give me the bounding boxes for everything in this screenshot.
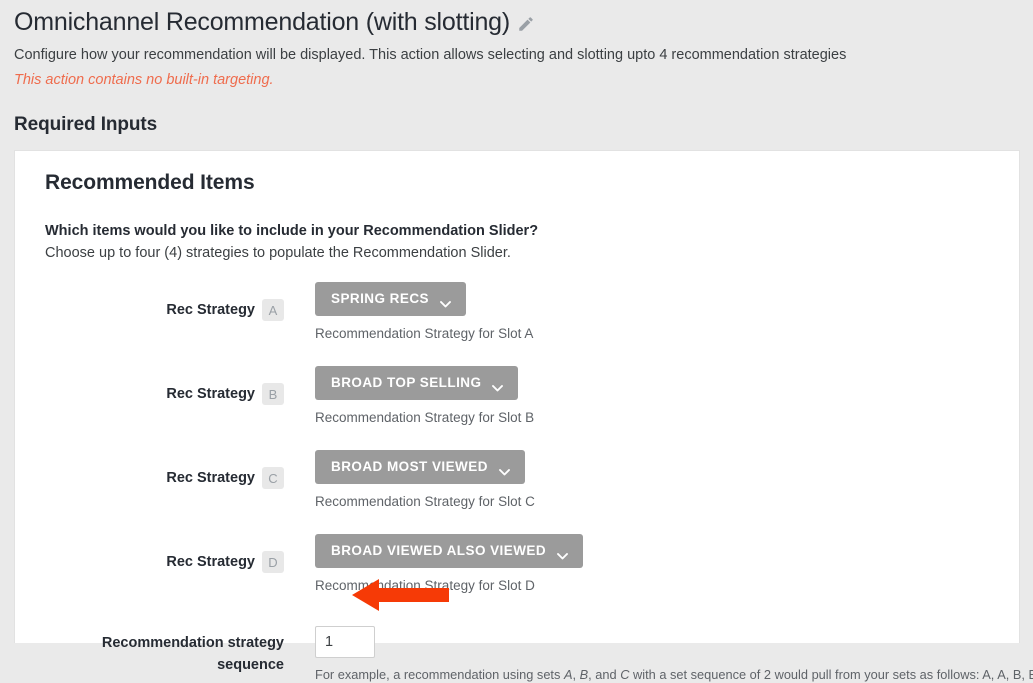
field-label-group: Rec Strategy C: [31, 450, 284, 489]
help-sep-2: , and: [588, 667, 621, 682]
sequence-row: Recommendation strategy sequence For exa…: [31, 626, 1033, 683]
field-help-text: Recommendation Strategy for Slot B: [315, 410, 535, 425]
field-help-text: Recommendation Strategy for Slot D: [315, 578, 535, 593]
rec-strategy-d-dropdown[interactable]: BROAD VIEWED ALSO VIEWED: [315, 534, 584, 568]
dropdown-value: BROAD MOST VIEWED: [331, 459, 488, 474]
targeting-note: This action contains no built-in targeti…: [14, 72, 274, 88]
field-label: Rec Strategy: [166, 469, 255, 486]
field-label: Rec Strategy: [166, 301, 255, 318]
field-label: Rec Strategy: [166, 385, 255, 402]
page-title: Omnichannel Recommendation (with slottin…: [14, 8, 510, 36]
slot-badge: D: [262, 551, 284, 573]
title-row: Omnichannel Recommendation (with slottin…: [14, 6, 1019, 38]
field-control-group: BROAD TOP SELLING Recommendation Strateg…: [284, 366, 534, 427]
sequence-control-group: For example, a recommendation using sets…: [284, 626, 1033, 683]
field-label-group: Rec Strategy A: [31, 282, 284, 321]
help-prefix: For example, a recommendation using sets: [315, 667, 564, 682]
sequence-label-group: Recommendation strategy sequence: [31, 626, 284, 676]
field-row: Rec Strategy B BROAD TOP SELLING Recomme…: [31, 366, 1003, 427]
dropdown-value: SPRING RECS: [331, 291, 429, 306]
recommended-items-card: Recommended Items Which items would you …: [14, 150, 1033, 682]
field-control-group: BROAD VIEWED ALSO VIEWED Recommendation …: [284, 534, 584, 595]
sequence-help-text: For example, a recommendation using sets…: [315, 666, 1033, 683]
rec-strategy-a-dropdown[interactable]: SPRING RECS: [315, 282, 466, 316]
help-sep-1: ,: [572, 667, 580, 682]
field-row: Rec Strategy C BROAD MOST VIEWED Recomme…: [31, 450, 1003, 511]
help-set-b: B: [579, 667, 589, 682]
field-label-group: Rec Strategy B: [31, 366, 284, 405]
chevron-down-icon: [557, 548, 569, 559]
chevron-down-icon: [492, 380, 504, 391]
field-control-group: BROAD MOST VIEWED Recommendation Strateg…: [284, 450, 535, 511]
question-text: Which items would you like to include in…: [45, 223, 539, 239]
sequence-input[interactable]: [315, 626, 375, 658]
help-suffix: with a set sequence of 2 would pull from…: [633, 667, 1033, 682]
slot-badge: A: [262, 299, 284, 321]
card-title: Recommended Items: [45, 171, 255, 194]
pencil-icon[interactable]: [516, 14, 536, 34]
rec-strategy-c-dropdown[interactable]: BROAD MOST VIEWED: [315, 450, 525, 484]
strategy-field-list: Rec Strategy A SPRING RECS Recommendatio…: [31, 282, 1003, 595]
slot-badge: B: [262, 383, 284, 405]
sequence-label-line1: Recommendation strategy: [101, 635, 284, 651]
help-set-a: A: [563, 667, 573, 682]
field-row: Rec Strategy A SPRING RECS Recommendatio…: [31, 282, 1003, 343]
required-inputs-heading: Required Inputs: [14, 114, 158, 135]
page-header: Omnichannel Recommendation (with slottin…: [0, 0, 1033, 136]
field-label: Rec Strategy: [166, 553, 255, 570]
help-set-c: C: [620, 667, 630, 682]
field-control-group: SPRING RECS Recommendation Strategy for …: [284, 282, 533, 343]
question-block: Which items would you like to include in…: [45, 221, 1003, 264]
field-label-group: Rec Strategy D: [31, 534, 284, 573]
slot-badge: C: [262, 467, 284, 489]
chevron-down-icon: [440, 296, 451, 307]
dropdown-value: BROAD VIEWED ALSO VIEWED: [331, 543, 547, 558]
sequence-label-line2: sequence: [217, 657, 284, 673]
question-subtext: Choose up to four (4) strategies to popu…: [45, 245, 511, 261]
field-help-text: Recommendation Strategy for Slot A: [315, 326, 534, 341]
page-description: Configure how your recommendation will b…: [14, 47, 847, 63]
field-row: Rec Strategy D BROAD VIEWED ALSO VIEWED …: [31, 534, 1003, 595]
field-help-text: Recommendation Strategy for Slot C: [315, 494, 535, 509]
chevron-down-icon: [498, 464, 510, 475]
dropdown-value: BROAD TOP SELLING: [331, 375, 482, 390]
rec-strategy-b-dropdown[interactable]: BROAD TOP SELLING: [315, 366, 519, 400]
